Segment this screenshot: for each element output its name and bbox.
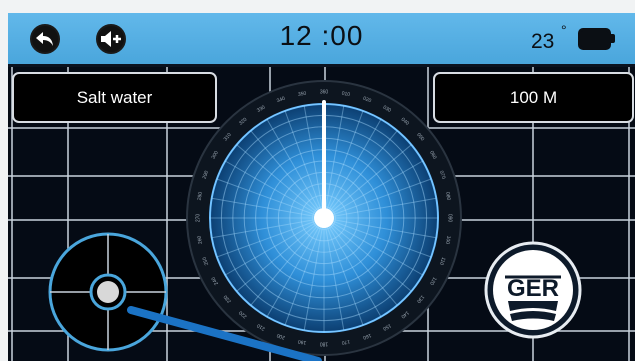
battery-icon — [578, 28, 611, 50]
degree-symbol: ° — [561, 22, 567, 38]
compass-tick-label: 090 — [447, 214, 453, 223]
medium-selector[interactable]: Salt water — [12, 72, 217, 123]
range-label: 100 M — [509, 87, 558, 107]
medium-label: Salt water — [76, 87, 153, 107]
range-selector[interactable]: 100 M — [433, 72, 634, 123]
top-bar: 12 :00 23 ° — [8, 13, 635, 67]
logo-text: GER — [507, 275, 559, 302]
joystick[interactable] — [48, 232, 168, 352]
battery-tip — [611, 34, 615, 43]
compass-tick-label: 270 — [195, 214, 201, 223]
device-screen: 360 010 020 030 040 050 060 070 080 090 100 110 120 1… — [8, 13, 635, 361]
temperature-value: 23 — [531, 30, 555, 53]
compass-tick-label: 360 — [320, 89, 329, 95]
compass-tick-label: 180 — [320, 341, 329, 347]
ger-logo: GER — [484, 241, 582, 339]
joystick-knob[interactable] — [97, 281, 119, 303]
